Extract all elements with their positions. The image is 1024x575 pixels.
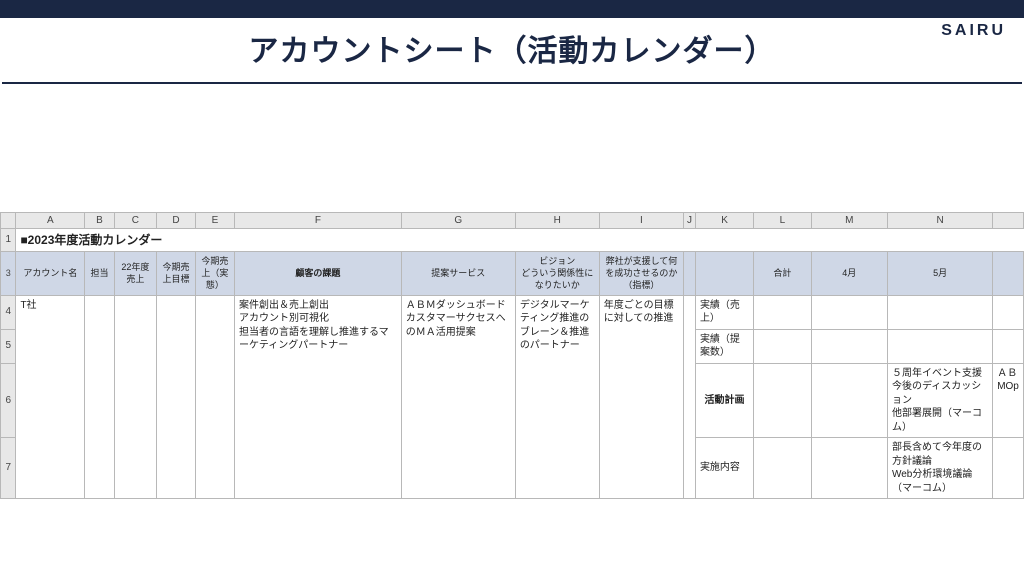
row-num[interactable]: 1: [1, 229, 16, 252]
cell-o-r2[interactable]: [993, 329, 1024, 363]
cell-may-r1[interactable]: [887, 295, 992, 329]
hdr-actual[interactable]: 今期売上（実態）: [195, 252, 234, 295]
cell-target[interactable]: [157, 295, 196, 499]
hdr-fy22[interactable]: 22年度売上: [114, 252, 157, 295]
cell-account[interactable]: T社: [16, 295, 85, 499]
cell-apr-r3[interactable]: [811, 363, 887, 438]
cell-o-plan[interactable]: ＡＢMOp: [993, 363, 1024, 438]
cell-apr-r2[interactable]: [811, 329, 887, 363]
grid: A B C D E F G H I J K L M N 1 ■2023年度活動カ…: [0, 212, 1024, 499]
cell-total-r3[interactable]: [754, 363, 812, 438]
cell-jgap[interactable]: [684, 295, 696, 499]
hdr-target[interactable]: 今期売上目標: [157, 252, 196, 295]
col-head[interactable]: [1, 213, 16, 229]
hdr-jgap[interactable]: [684, 252, 696, 295]
hdr-apr[interactable]: 4月: [811, 252, 887, 295]
cell-proposal[interactable]: ＡＢＭダッシュボードカスタマーサクセスへのＭＡ活用提案: [401, 295, 515, 499]
hdr-issues[interactable]: 顧客の課題: [235, 252, 402, 295]
hdr-kgap[interactable]: [695, 252, 753, 295]
header-row: 3 アカウント名 担当 22年度売上 今期売上目標 今期売上（実態） 顧客の課題…: [1, 252, 1024, 295]
cell-total-r4[interactable]: [754, 438, 812, 499]
cell-owner[interactable]: [85, 295, 114, 499]
cell-total-r1[interactable]: [754, 295, 812, 329]
title-underline: [2, 82, 1022, 84]
col-head[interactable]: L: [754, 213, 812, 229]
cell-may-plan[interactable]: ５周年イベント支援今後のディスカッション他部署展開（マーコム）: [887, 363, 992, 438]
hdr-kpi[interactable]: 弊社が支援して何を成功させるのか（指標）: [599, 252, 683, 295]
hdr-may[interactable]: 5月: [887, 252, 992, 295]
top-bar: [0, 0, 1024, 18]
spreadsheet: A B C D E F G H I J K L M N 1 ■2023年度活動カ…: [0, 212, 1024, 499]
col-head[interactable]: N: [887, 213, 992, 229]
hdr-total[interactable]: 合計: [754, 252, 812, 295]
col-head[interactable]: F: [235, 213, 402, 229]
col-head[interactable]: M: [811, 213, 887, 229]
col-head[interactable]: J: [684, 213, 696, 229]
hdr-overflow[interactable]: [993, 252, 1024, 295]
hdr-vision[interactable]: ビジョンどういう関係性になりたいか: [515, 252, 599, 295]
cell-o-r4[interactable]: [993, 438, 1024, 499]
hdr-proposal[interactable]: 提案サービス: [401, 252, 515, 295]
col-head[interactable]: A: [16, 213, 85, 229]
cell-apr-r4[interactable]: [811, 438, 887, 499]
hdr-account[interactable]: アカウント名: [16, 252, 85, 295]
cell-fy22[interactable]: [114, 295, 157, 499]
row-num[interactable]: 4: [1, 295, 16, 329]
cell-k-r4[interactable]: 実施内容: [695, 438, 753, 499]
cell-vision[interactable]: デジタルマーケティング推進のブレーン＆推進のパートナー: [515, 295, 599, 499]
col-head[interactable]: E: [195, 213, 234, 229]
col-head[interactable]: [993, 213, 1024, 229]
col-head[interactable]: K: [695, 213, 753, 229]
col-head[interactable]: D: [157, 213, 196, 229]
cell-may-r2[interactable]: [887, 329, 992, 363]
col-header-row: A B C D E F G H I J K L M N: [1, 213, 1024, 229]
col-head[interactable]: H: [515, 213, 599, 229]
cell-total-r2[interactable]: [754, 329, 812, 363]
cell-o-r1[interactable]: [993, 295, 1024, 329]
cell-apr-r1[interactable]: [811, 295, 887, 329]
row-num[interactable]: 6: [1, 363, 16, 438]
sheet-title-row: 1 ■2023年度活動カレンダー: [1, 229, 1024, 252]
col-head[interactable]: G: [401, 213, 515, 229]
cell-actual[interactable]: [195, 295, 234, 499]
data-row: 4 T社 案件創出＆売上創出アカウント別可視化担当者の言語を理解し推進するマーケ…: [1, 295, 1024, 329]
page-title: アカウントシート（活動カレンダー）: [0, 26, 1024, 70]
row-num[interactable]: 7: [1, 438, 16, 499]
row-num[interactable]: 3: [1, 252, 16, 295]
cell-kpi[interactable]: 年度ごとの目標に対しての推進: [599, 295, 683, 499]
col-head[interactable]: C: [114, 213, 157, 229]
hdr-owner[interactable]: 担当: [85, 252, 114, 295]
row-num[interactable]: 5: [1, 329, 16, 363]
cell-k-r3[interactable]: 活動計画: [695, 363, 753, 438]
cell-may-exec[interactable]: 部長含めて今年度の方針議論Web分析環境議論（マーコム）: [887, 438, 992, 499]
cell-issues[interactable]: 案件創出＆売上創出アカウント別可視化担当者の言語を理解し推進するマーケティングパ…: [235, 295, 402, 499]
col-head[interactable]: I: [599, 213, 683, 229]
cell-k-r1[interactable]: 実績（売上）: [695, 295, 753, 329]
brand-logo: SAIRU: [941, 22, 1006, 40]
sheet-title[interactable]: ■2023年度活動カレンダー: [16, 229, 1024, 252]
col-head[interactable]: B: [85, 213, 114, 229]
cell-k-r2[interactable]: 実績（提案数）: [695, 329, 753, 363]
